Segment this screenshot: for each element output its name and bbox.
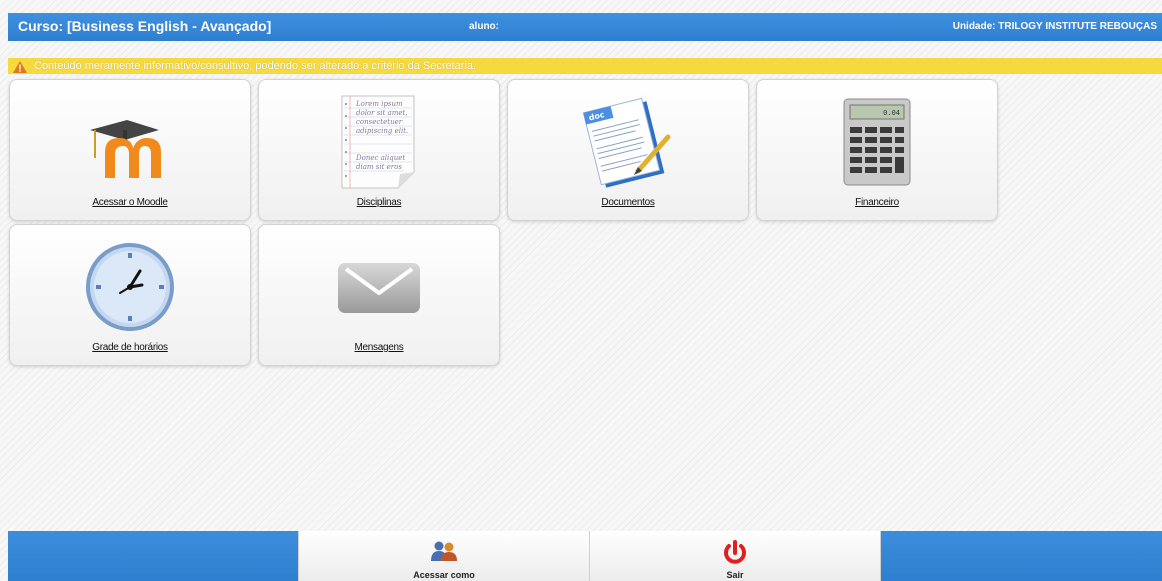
tile-financeiro[interactable]: 0.04 Financeiro xyxy=(756,79,998,221)
notepad-line: dolor sit amet, xyxy=(356,109,408,117)
calculator-display: 0.04 xyxy=(883,109,900,117)
notice-text: Conteúdo meramente informativo/consultiv… xyxy=(34,60,477,72)
course-title: Curso: [Business English - Avançado] xyxy=(18,18,272,34)
calculator-icon: 0.04 xyxy=(757,92,997,192)
logout-label: Sair xyxy=(726,570,744,580)
moodle-icon xyxy=(10,92,250,192)
tile-documentos[interactable]: doc Documentos xyxy=(507,79,749,221)
tile-disciplinas-label: Disciplinas xyxy=(356,197,402,208)
document-icon: doc xyxy=(508,92,748,192)
unit-label: Unidade: TRILOGY INSTITUTE REBOUÇAS xyxy=(952,21,1157,32)
notepad-icon: Lorem ipsum dolor sit amet, consectetuer… xyxy=(259,92,499,192)
notepad-line: adipiscing elit. xyxy=(356,127,408,135)
notepad-line: consectetuer xyxy=(356,118,403,126)
tile-grade-horarios-label: Grade de horários xyxy=(92,342,168,353)
power-icon xyxy=(590,540,880,566)
student-label: aluno: xyxy=(469,21,499,32)
tile-mensagens-label: Mensagens xyxy=(354,342,404,353)
notepad-line: Donec aliquet xyxy=(355,154,405,162)
notice-banner: Conteúdo meramente informativo/consultiv… xyxy=(8,58,1162,74)
switch-user-button[interactable]: Acessar como xyxy=(298,531,590,581)
bottom-bar: Acessar como Sair xyxy=(8,531,1162,581)
tile-grade-horarios[interactable]: Grade de horários xyxy=(9,224,251,366)
warning-icon xyxy=(13,60,27,78)
tile-documentos-label: Documentos xyxy=(601,197,655,208)
tile-moodle[interactable]: Acessar o Moodle xyxy=(9,79,251,221)
logout-button[interactable]: Sair xyxy=(589,531,881,581)
top-bar: Curso: [Business English - Avançado] alu… xyxy=(8,13,1162,41)
tile-financeiro-label: Financeiro xyxy=(855,197,899,208)
tile-moodle-label: Acessar o Moodle xyxy=(92,197,168,208)
envelope-icon xyxy=(259,237,499,337)
users-icon xyxy=(299,540,589,562)
notepad-line: diam sit eros xyxy=(356,163,402,171)
tile-disciplinas[interactable]: Lorem ipsum dolor sit amet, consectetuer… xyxy=(258,79,500,221)
tile-mensagens[interactable]: Mensagens xyxy=(258,224,500,366)
notepad-line: Lorem ipsum xyxy=(355,100,403,108)
clock-icon xyxy=(10,237,250,337)
switch-user-label: Acessar como xyxy=(413,570,475,580)
